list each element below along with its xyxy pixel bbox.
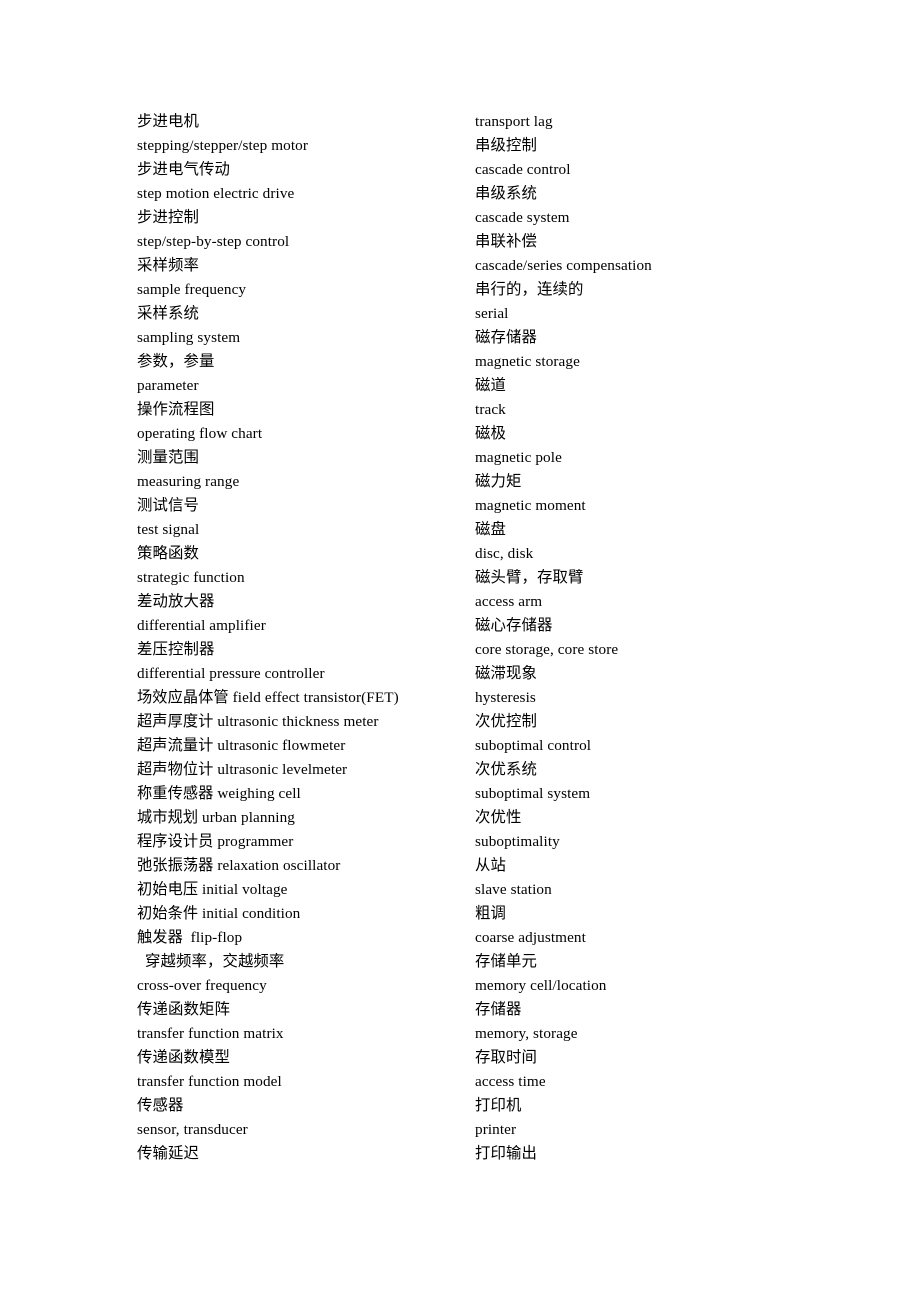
glossary-line: slave station	[475, 881, 552, 898]
left-glossary-column: 步进电机 stepping/stepper/step motor 步进电气传动 ste…	[137, 110, 475, 1166]
glossary-line: cascade system	[475, 209, 570, 226]
glossary-line: suboptimality	[475, 833, 560, 850]
glossary-line: 超声流量计 ultrasonic flowmeter	[137, 737, 346, 754]
glossary-line: 差压控制器	[137, 641, 215, 658]
glossary-line: 次优性	[475, 809, 522, 826]
glossary-line: 磁道	[475, 377, 506, 394]
glossary-line: 操作流程图	[137, 401, 215, 418]
glossary-line: 场效应晶体管 field effect transistor(FET)	[137, 689, 399, 706]
glossary-line: 称重传感器 weighing cell	[137, 785, 301, 802]
glossary-line: access time	[475, 1073, 546, 1090]
glossary-line: 超声厚度计 ultrasonic thickness meter	[137, 713, 379, 730]
glossary-line: suboptimal control	[475, 737, 592, 754]
glossary-line: serial	[475, 305, 509, 322]
glossary-line: 步进电机	[137, 113, 199, 130]
glossary-line: disc, disk	[475, 545, 534, 562]
glossary-line: hysteresis	[475, 689, 536, 706]
glossary-line: coarse adjustment	[475, 929, 586, 946]
glossary-line: 串级控制	[475, 137, 537, 154]
glossary-line: 超声物位计 ultrasonic levelmeter	[137, 761, 348, 778]
glossary-line: 磁盘	[475, 521, 506, 538]
glossary-line: 弛张振荡器 relaxation oscillator	[137, 857, 341, 874]
glossary-line: 触发器 flip-flop	[137, 929, 243, 946]
glossary-line: differential pressure controller	[137, 665, 325, 682]
glossary-line: strategic function	[137, 569, 245, 586]
glossary-line: 差动放大器	[137, 593, 215, 610]
glossary-line: 测试信号	[137, 497, 199, 514]
glossary-line: 串行的，连续的	[475, 281, 584, 298]
glossary-line: cascade/series compensation	[475, 257, 652, 274]
glossary-line: 次优控制	[475, 713, 537, 730]
glossary-line: transfer function model	[137, 1073, 282, 1090]
glossary-line: 参数，参量	[137, 353, 215, 370]
glossary-content: 步进电机 stepping/stepper/step motor 步进电气传动 ste…	[137, 110, 837, 1166]
glossary-line: transport lag	[475, 113, 553, 130]
glossary-line: stepping/stepper/step motor	[137, 137, 309, 154]
glossary-line: magnetic moment	[475, 497, 586, 514]
glossary-line: 穿越频率，交越频率	[145, 953, 285, 970]
glossary-line: sensor, transducer	[137, 1121, 248, 1138]
glossary-line: magnetic pole	[475, 449, 562, 466]
glossary-line: 磁极	[475, 425, 506, 442]
glossary-line: 传递函数矩阵	[137, 1001, 230, 1018]
glossary-line: step motion electric drive	[137, 185, 295, 202]
glossary-line: 磁心存储器	[475, 617, 553, 634]
glossary-line: magnetic storage	[475, 353, 580, 370]
glossary-line: 存储单元	[475, 953, 537, 970]
glossary-line: 步进电气传动	[137, 161, 230, 178]
glossary-line: 步进控制	[137, 209, 199, 226]
glossary-line: cross-over frequency	[137, 977, 267, 994]
glossary-line: suboptimal system	[475, 785, 591, 802]
glossary-line: memory cell/location	[475, 977, 607, 994]
glossary-line: parameter	[137, 377, 199, 394]
glossary-line: 传输延迟	[137, 1145, 199, 1162]
glossary-line: 磁滞现象	[475, 665, 537, 682]
glossary-line: measuring range	[137, 473, 240, 490]
glossary-line: 策略函数	[137, 545, 199, 562]
glossary-line: differential amplifier	[137, 617, 266, 634]
glossary-line: 传递函数模型	[137, 1049, 230, 1066]
glossary-line: step/step-by-step control	[137, 233, 290, 250]
glossary-line: core storage, core store	[475, 641, 619, 658]
glossary-line: sampling system	[137, 329, 241, 346]
glossary-line: 磁头臂，存取臂	[475, 569, 584, 586]
glossary-line: 次优系统	[475, 761, 537, 778]
glossary-line: memory, storage	[475, 1025, 578, 1042]
glossary-line: 打印机	[475, 1097, 522, 1114]
glossary-line: 磁存储器	[475, 329, 537, 346]
glossary-line: 磁力矩	[475, 473, 522, 490]
glossary-line: printer	[475, 1121, 517, 1138]
glossary-line: 串联补偿	[475, 233, 537, 250]
glossary-line: 测量范围	[137, 449, 199, 466]
glossary-line: 粗调	[475, 905, 506, 922]
glossary-line: track	[475, 401, 506, 418]
glossary-line: 传感器	[137, 1097, 184, 1114]
glossary-line: cascade control	[475, 161, 571, 178]
glossary-line: 从站	[475, 857, 506, 874]
glossary-line: 串级系统	[475, 185, 537, 202]
glossary-line: operating flow chart	[137, 425, 263, 442]
two-column-layout: 步进电机 stepping/stepper/step motor 步进电气传动 ste…	[137, 110, 837, 1166]
glossary-line: 采样系统	[137, 305, 199, 322]
glossary-line: access arm	[475, 593, 543, 610]
glossary-line: 存储器	[475, 1001, 522, 1018]
glossary-line: transfer function matrix	[137, 1025, 284, 1042]
glossary-line: 初始电压 initial voltage	[137, 881, 288, 898]
document-page: 步进电机 stepping/stepper/step motor 步进电气传动 ste…	[0, 0, 920, 1302]
glossary-line: 采样频率	[137, 257, 199, 274]
right-glossary-column: transport lag 串级控制 cascade control 串级系统 casc…	[475, 110, 837, 1166]
glossary-line: sample frequency	[137, 281, 247, 298]
glossary-line: 初始条件 initial condition	[137, 905, 301, 922]
glossary-line: 程序设计员 programmer	[137, 833, 294, 850]
glossary-line: 城市规划 urban planning	[137, 809, 295, 826]
glossary-line: 打印输出	[475, 1145, 537, 1162]
glossary-line: test signal	[137, 521, 200, 538]
glossary-line: 存取时间	[475, 1049, 537, 1066]
